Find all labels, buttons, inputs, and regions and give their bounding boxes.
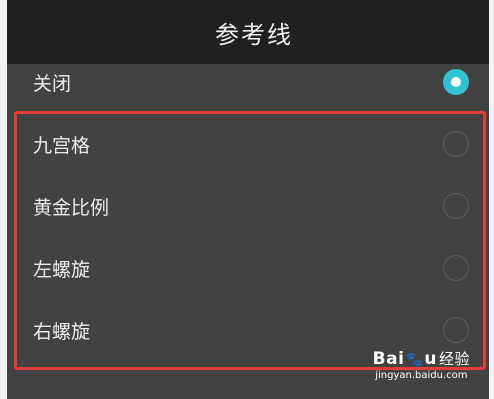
page-title: 参考线 [215, 20, 293, 49]
watermark-url: jingyan.baidu.com [375, 370, 468, 381]
option-label: 关闭 [33, 72, 72, 95]
guideline-settings-screen: 参考线 关闭 九宫格 黄金比例 左螺旋 右螺旋 Bai🐾u 经验 jingyan.… [0, 0, 494, 399]
right-edge [489, 0, 494, 399]
option-off[interactable]: 关闭 [7, 62, 489, 102]
left-edge [0, 0, 7, 399]
baidu-jingyan-watermark: Bai🐾u 经验 jingyan.baidu.com [373, 348, 470, 381]
highlight-annotation-box [14, 111, 486, 370]
title-bar: 参考线 [7, 0, 489, 64]
watermark-logo: Bai🐾u 经验 [372, 349, 470, 369]
radio-selected-icon[interactable] [443, 69, 469, 95]
paw-icon: 🐾 [405, 352, 424, 368]
